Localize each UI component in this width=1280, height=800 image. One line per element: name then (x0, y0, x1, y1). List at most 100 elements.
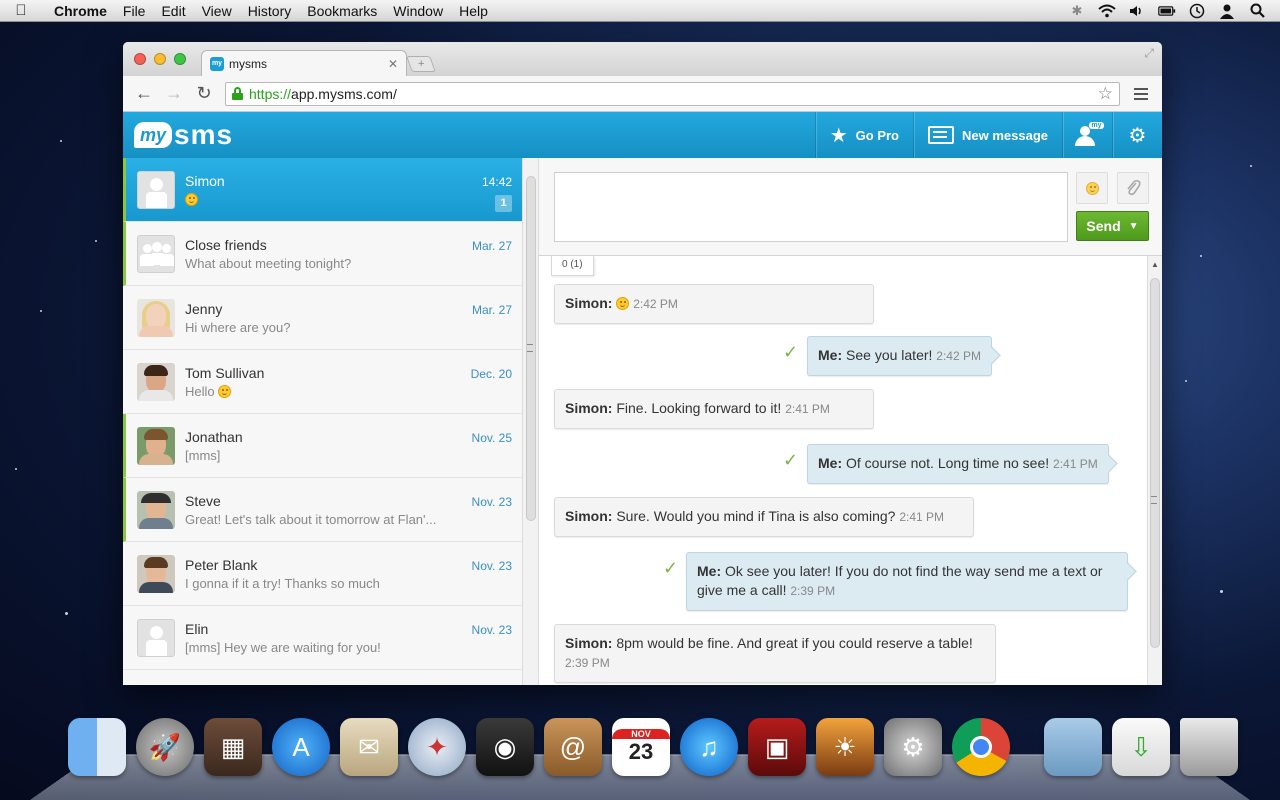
bluetooth-icon[interactable]: ✱ (1068, 3, 1086, 18)
menu-view[interactable]: View (194, 3, 240, 19)
conversation-preview: I gonna if it a try! Thanks so much (185, 575, 380, 591)
attachment-button[interactable] (1117, 172, 1149, 204)
document-icon[interactable]: ⇩ (1112, 718, 1170, 776)
menu-help[interactable]: Help (451, 3, 496, 19)
itunes-icon[interactable]: ♫ (680, 718, 738, 776)
conversation-item-steve[interactable]: Steve Nov. 23 Great! Let's talk about it… (123, 478, 522, 542)
emoji-picker-button[interactable] (1076, 172, 1108, 204)
avatar-photo (137, 362, 175, 401)
mission-control-icon[interactable]: ▦ (204, 718, 262, 776)
user-icon[interactable] (1218, 4, 1236, 19)
menu-history[interactable]: History (240, 3, 300, 19)
avatar-photo (137, 554, 175, 593)
zoom-window-button[interactable] (174, 53, 186, 65)
menu-edit[interactable]: Edit (153, 3, 193, 19)
app-store-icon[interactable]: A (272, 718, 330, 776)
thread-scrollbar[interactable]: ▲ (1147, 256, 1162, 685)
conversation-preview (185, 192, 447, 207)
new-message-button[interactable]: New message (913, 112, 1062, 158)
conversation-name: Simon (185, 172, 225, 189)
conversation-item-simon[interactable]: Simon 14:42 1 (123, 158, 522, 222)
url-scheme: https:// (249, 85, 292, 102)
conversation-item-tom-sullivan[interactable]: Tom Sullivan Dec. 20 Hello (123, 350, 522, 414)
new-tab-button[interactable]: + (406, 56, 436, 72)
calendar-icon[interactable]: NOV 23 (612, 718, 670, 776)
menu-file[interactable]: File (115, 3, 154, 19)
app-header: my sms ★ Go Pro New message my ⚙ (123, 112, 1162, 158)
lock-icon (232, 87, 243, 100)
contacts-icon: my (1074, 122, 1104, 146)
message-sender: Simon: (565, 635, 613, 651)
conversation-item-partial[interactable] (123, 670, 522, 685)
paperclip-icon (1127, 179, 1141, 196)
chevron-down-icon[interactable]: ▼ (1129, 221, 1139, 232)
close-window-button[interactable] (134, 53, 146, 65)
system-preferences-icon[interactable]: ⚙ (884, 718, 942, 776)
message-text: 8pm would be fine. And great if you coul… (616, 635, 973, 651)
address-bar[interactable]: https:// app.mysms.com/ ☆ (225, 81, 1120, 106)
finder-icon[interactable] (68, 718, 126, 776)
launchpad-icon[interactable]: 🚀 (136, 718, 194, 776)
mail-icon[interactable]: ✉ (340, 718, 398, 776)
delivered-check-icon: ✓ (663, 558, 679, 578)
folder-icon[interactable] (1044, 718, 1102, 776)
photo-booth-icon[interactable]: ▣ (748, 718, 806, 776)
go-pro-button[interactable]: ★ Go Pro (814, 112, 913, 158)
message-sender: Simon: (565, 508, 613, 524)
unread-count-badge: 1 (495, 195, 512, 212)
message-sender: Simon: (565, 400, 613, 416)
conversation-item-close-friends[interactable]: Close friends Mar. 27 What about meeting… (123, 222, 522, 286)
chrome-menu-icon[interactable] (1128, 87, 1154, 100)
avatar-placeholder (137, 618, 175, 657)
message-input[interactable] (554, 172, 1068, 242)
conversation-item-peter-blank[interactable]: Peter Blank Nov. 23 I gonna if it a try!… (123, 542, 522, 606)
menu-bookmarks[interactable]: Bookmarks (299, 3, 385, 19)
close-tab-icon[interactable]: ✕ (388, 57, 398, 71)
fullscreen-icon[interactable]: ⤢ (1144, 46, 1154, 61)
contacts-button[interactable]: my (1062, 112, 1112, 158)
back-icon[interactable]: ← (131, 81, 157, 107)
bookmark-star-icon[interactable]: ☆ (1098, 84, 1113, 104)
battery-icon[interactable] (1158, 4, 1176, 18)
wifi-icon[interactable] (1098, 4, 1116, 18)
settings-button[interactable]: ⚙ (1112, 112, 1162, 158)
conversation-item-jonathan[interactable]: Jonathan Nov. 25 [mms] (123, 414, 522, 478)
conversation-item-elin[interactable]: Elin Nov. 23 [mms] Hey we are waiting fo… (123, 606, 522, 670)
spotlight-icon[interactable] (1248, 3, 1266, 18)
gear-icon: ⚙ (1128, 124, 1147, 147)
calendar-day: 23 (628, 739, 654, 764)
menu-app-name[interactable]: Chrome (42, 3, 115, 19)
time-machine-icon[interactable] (1188, 3, 1206, 18)
scrollbar-grip-icon (1151, 496, 1157, 504)
contacts-app-icon[interactable]: @ (544, 718, 602, 776)
menu-window[interactable]: Window (385, 3, 451, 19)
forward-icon[interactable]: → (161, 81, 187, 107)
facetime-icon[interactable]: ◉ (476, 718, 534, 776)
send-button[interactable]: Send ▼ (1076, 211, 1149, 241)
conversation-item-jenny[interactable]: Jenny Mar. 27 Hi where are you? (123, 286, 522, 350)
conversation-name: Steve (185, 492, 221, 509)
conversation-name: Jenny (185, 300, 223, 317)
scroll-up-icon[interactable]: ▲ (1151, 260, 1159, 269)
apple-icon[interactable]:  (0, 2, 42, 19)
logo-my: my (134, 122, 173, 148)
conversation-name: Tom Sullivan (185, 364, 265, 381)
iphoto-icon[interactable]: ☀ (816, 718, 874, 776)
character-count: 0 (1) (551, 256, 594, 276)
tab-mysms[interactable]: my mysms ✕ (201, 50, 407, 76)
conversation-preview: Hi where are you? (185, 319, 291, 335)
chrome-icon[interactable] (952, 718, 1010, 776)
conversation-name: Close friends (185, 236, 267, 253)
trash-icon[interactable] (1180, 718, 1238, 776)
new-message-label: New message (962, 127, 1048, 143)
volume-icon[interactable] (1128, 4, 1146, 18)
mysms-logo[interactable]: my sms (123, 119, 233, 151)
safari-icon[interactable]: ✦ (408, 718, 466, 776)
delivered-check-icon: ✓ (783, 342, 799, 362)
message-time: 2:42 PM (936, 349, 981, 363)
conversation-list-scrollbar[interactable] (523, 158, 539, 685)
scrollbar-thumb[interactable] (1150, 278, 1160, 648)
minimize-window-button[interactable] (154, 53, 166, 65)
reload-icon[interactable]: ↻ (191, 81, 217, 107)
message-time: 2:39 PM (790, 584, 836, 598)
